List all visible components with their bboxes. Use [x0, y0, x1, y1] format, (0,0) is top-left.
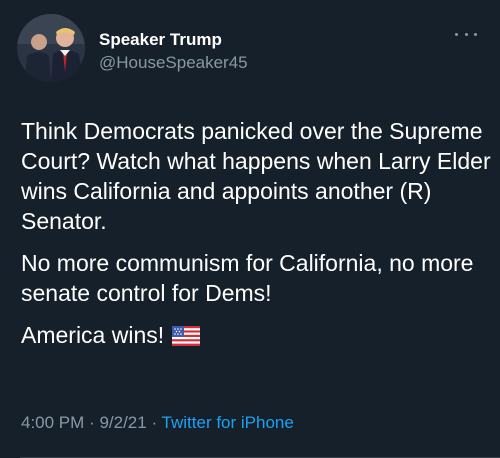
tweet-date[interactable]: 9/2/21	[99, 413, 146, 432]
avatar[interactable]	[17, 14, 85, 82]
us-flag-icon	[172, 323, 201, 353]
tweet-text: Think Democrats panicked over the Suprem…	[21, 116, 491, 365]
author-handle[interactable]: @HouseSpeaker45	[99, 53, 248, 73]
tweet-card: Speaker Trump @HouseSpeaker45 Think Demo…	[0, 0, 500, 458]
tweet-paragraph: No more communism for California, no mor…	[21, 250, 474, 306]
tweet-paragraph: Think Democrats panicked over the Suprem…	[21, 118, 491, 234]
dot	[474, 32, 477, 36]
more-options-icon[interactable]	[455, 29, 477, 39]
author-display-name[interactable]: Speaker Trump	[99, 30, 222, 50]
avatar-image	[17, 14, 85, 82]
tweet-meta: 4:00 PM · 9/2/21 · Twitter for iPhone	[21, 413, 294, 433]
meta-separator: ·	[151, 413, 158, 432]
dot	[455, 32, 458, 36]
tweet-time[interactable]: 4:00 PM	[21, 413, 84, 432]
tweet-paragraph-last: America wins!	[21, 320, 491, 353]
meta-separator: ·	[89, 413, 95, 432]
tweet-source-link[interactable]: Twitter for iPhone	[162, 413, 294, 432]
dot	[464, 32, 468, 36]
tweet-paragraph: America wins!	[21, 322, 165, 348]
